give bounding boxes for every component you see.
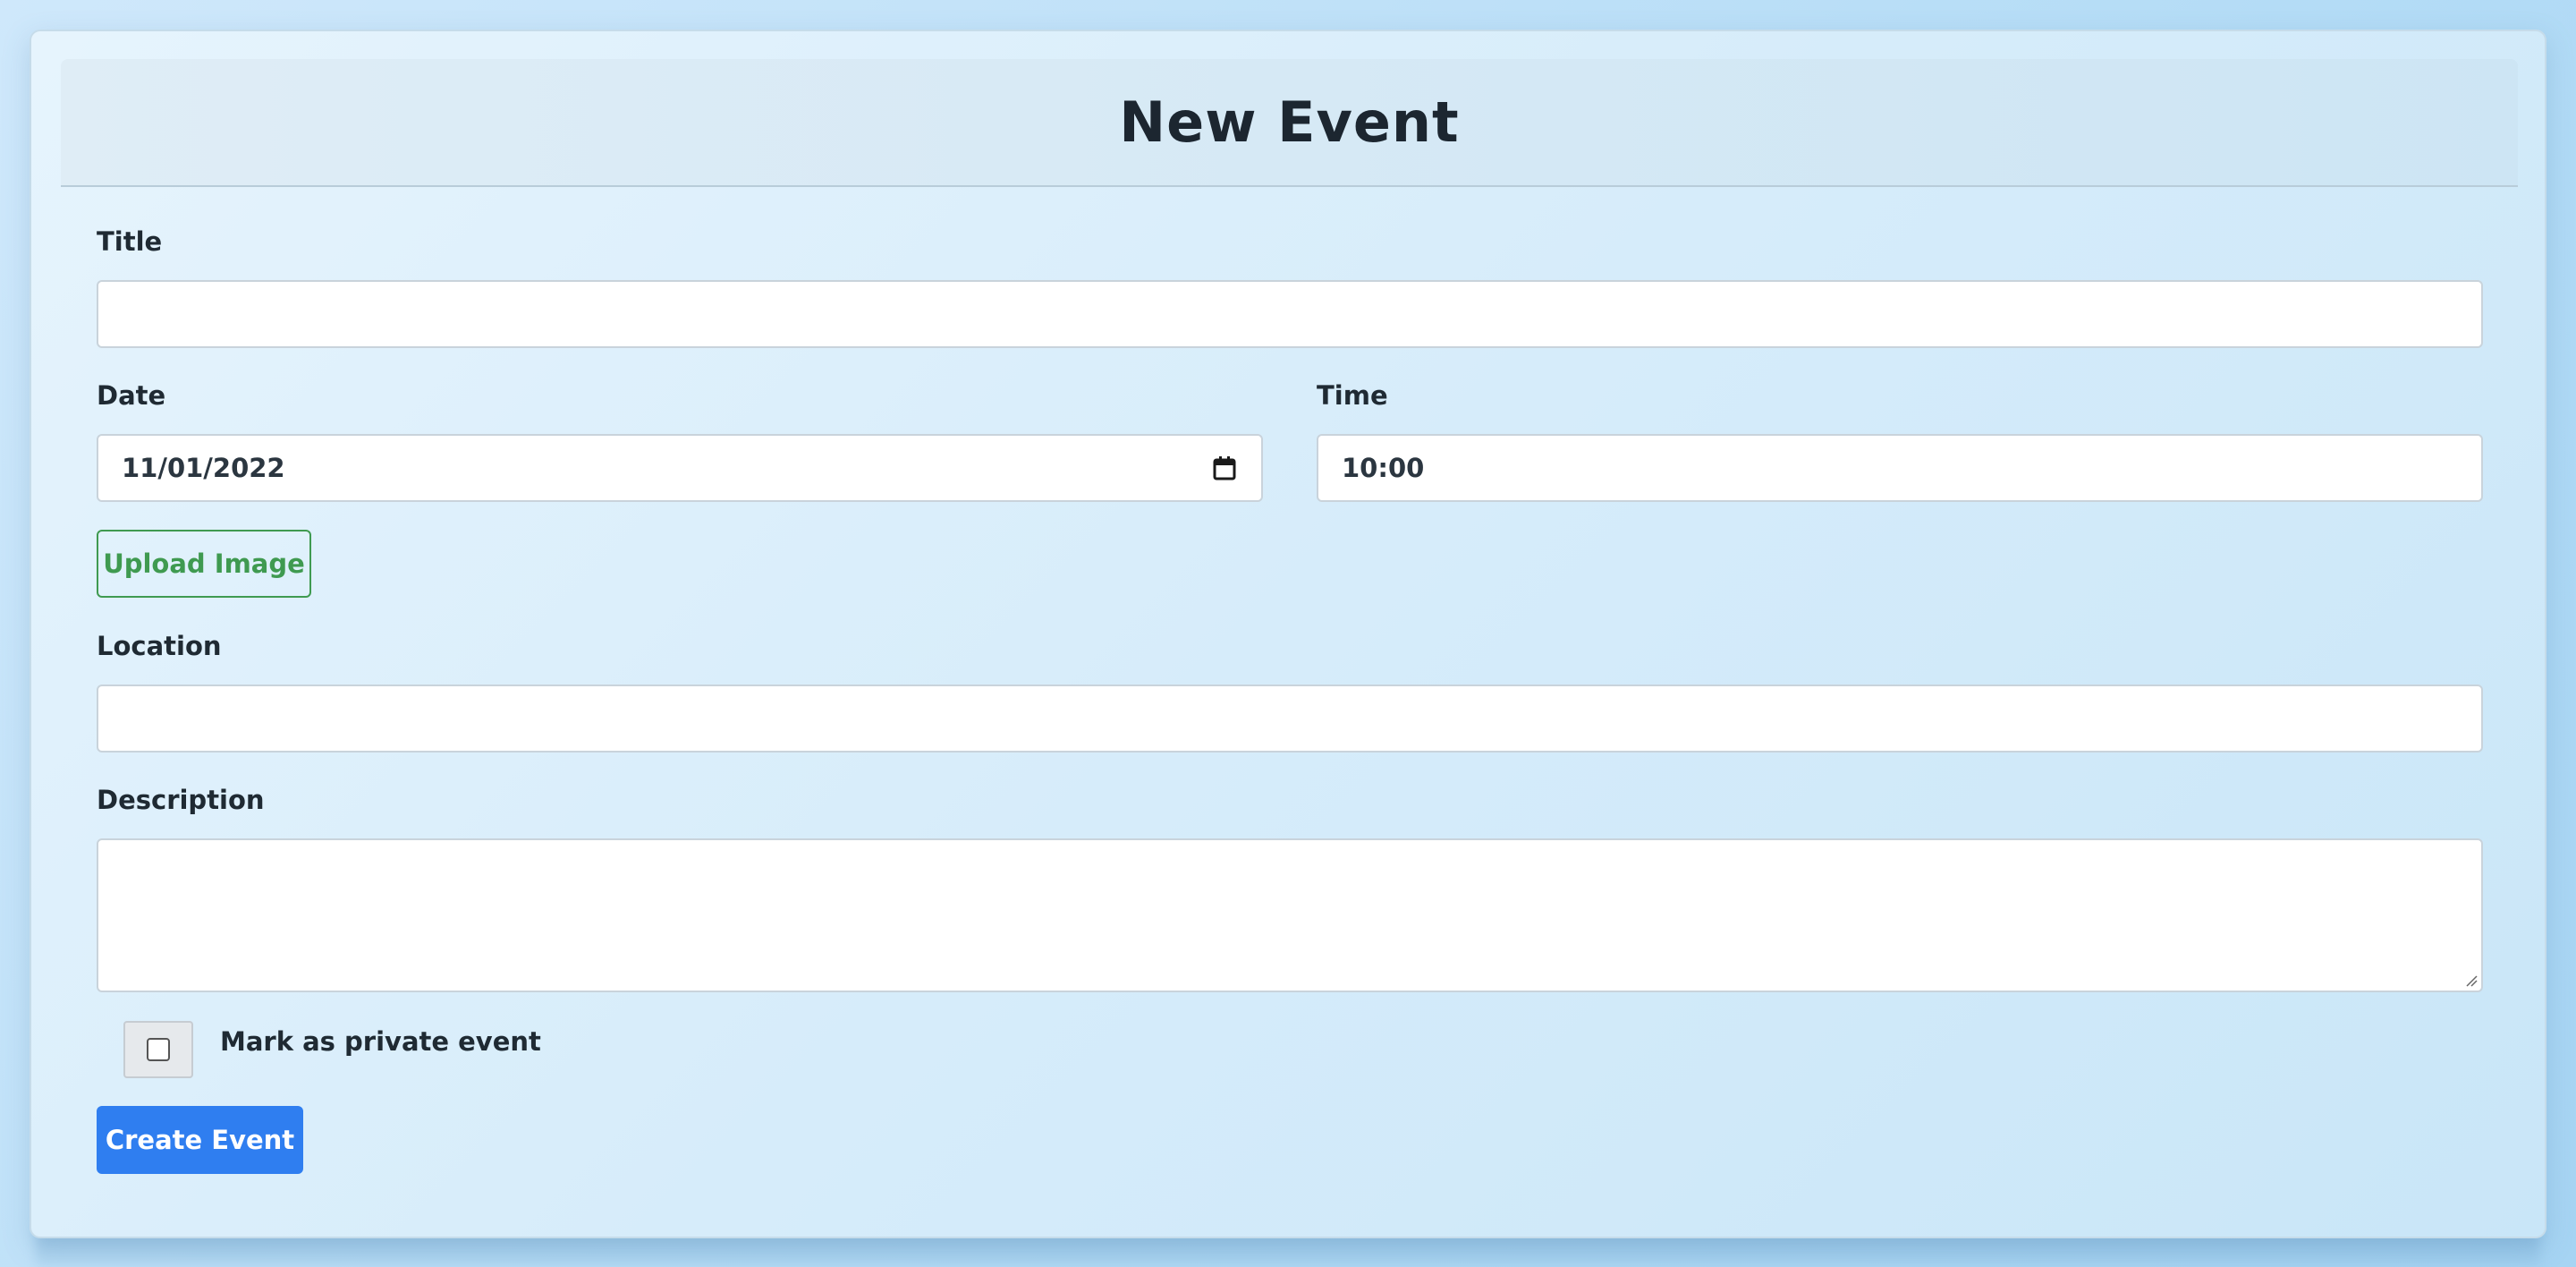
- title-label: Title: [97, 226, 163, 257]
- event-form-card: New Event Title Date 11/01/2022 Time 10:…: [30, 30, 2546, 1238]
- create-event-button[interactable]: Create Event: [97, 1106, 303, 1174]
- location-label: Location: [97, 631, 222, 661]
- description-textarea[interactable]: [97, 838, 2483, 992]
- date-label: Date: [97, 380, 166, 411]
- date-input-value: 11/01/2022: [122, 453, 285, 483]
- title-input[interactable]: [97, 280, 2483, 348]
- card-header: New Event: [61, 59, 2518, 187]
- upload-image-button[interactable]: Upload Image: [97, 530, 311, 598]
- calendar-icon[interactable]: [1213, 455, 1236, 480]
- private-checkbox[interactable]: [147, 1038, 170, 1061]
- description-label: Description: [97, 785, 265, 815]
- time-input-value: 10:00: [1342, 453, 1425, 483]
- time-input[interactable]: 10:00: [1317, 434, 2483, 502]
- private-checkbox-label[interactable]: Mark as private event: [220, 1026, 541, 1057]
- resize-grip-icon[interactable]: [2463, 973, 2478, 987]
- date-input[interactable]: 11/01/2022: [97, 434, 1263, 502]
- private-checkbox-wrapper[interactable]: [123, 1021, 193, 1078]
- time-label: Time: [1317, 380, 1388, 411]
- page-title: New Event: [1119, 89, 1460, 155]
- location-input[interactable]: [97, 685, 2483, 753]
